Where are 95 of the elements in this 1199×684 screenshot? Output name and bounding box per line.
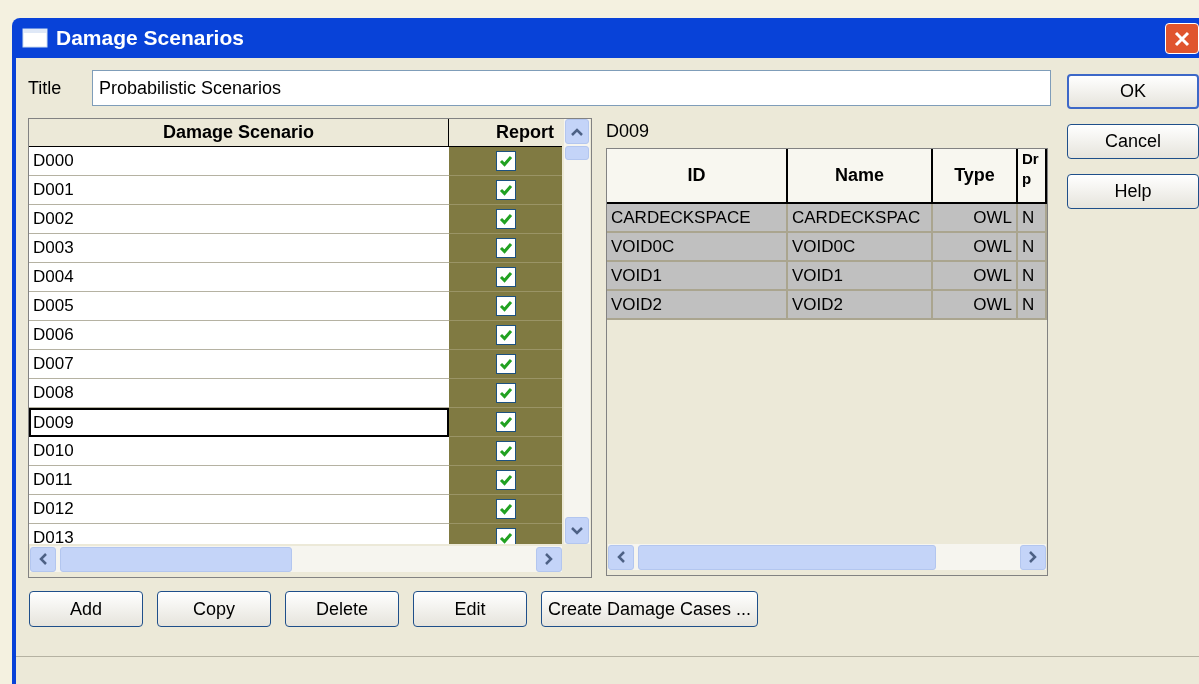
check-icon [498,532,513,544]
table-cell[interactable]: D005 [29,292,449,321]
dialog-button[interactable]: Cancel [1067,124,1199,159]
scroll-thumb[interactable] [565,146,589,160]
table-cell: OWL [933,291,1018,320]
window-icon [22,28,48,48]
check-icon [498,271,513,283]
table-cell: CARDECKSPAC [788,204,933,233]
header-text: ID [687,164,706,187]
table-cell: OWL [933,204,1018,233]
chevron-left-icon [39,553,47,565]
action-button[interactable]: Create Damage Cases ... [541,591,759,627]
scroll-right-button[interactable] [536,546,562,572]
scroll-thumb[interactable] [60,546,292,572]
checkbox[interactable] [495,209,516,229]
table-cell[interactable]: D001 [29,176,449,205]
header-text: Name [835,164,884,187]
vertical-scrollbar[interactable] [564,119,590,544]
table-cell[interactable]: D004 [29,263,449,292]
checkbox[interactable] [495,499,516,519]
header-text: Type [954,164,995,187]
table-cell: N [1018,262,1047,291]
column-header: Damage Scenario [29,119,449,147]
action-button[interactable]: Edit [413,591,527,627]
checkbox[interactable] [495,528,516,544]
check-icon [498,358,513,370]
checkbox[interactable] [495,470,516,490]
table-cell: VOID1 [788,262,933,291]
check-icon [498,416,513,428]
title-field[interactable]: Probabilistic Scenarios [92,70,1051,106]
checkbox[interactable] [495,296,516,316]
check-icon [498,387,513,399]
table-cell[interactable]: D009 [29,408,449,437]
table-cell: VOID0C [607,233,788,262]
scroll-right-button[interactable] [1020,544,1046,570]
table-cell: OWL [933,262,1018,291]
table-cell: N [1018,291,1047,320]
table-cell: VOID1 [607,262,788,291]
table-cell[interactable]: D008 [29,379,449,408]
checkbox[interactable] [495,180,516,200]
scroll-left-button[interactable] [30,546,56,572]
horizontal-scrollbar[interactable] [30,546,562,572]
checkbox[interactable] [495,267,516,287]
window-title: Damage Scenarios [56,25,244,52]
check-icon [498,242,513,254]
table-cell[interactable]: D013 [29,524,449,544]
table-cell: OWL [933,233,1018,262]
checkbox[interactable] [495,151,516,171]
checkbox[interactable] [495,441,516,461]
scroll-thumb[interactable] [638,544,936,570]
table-cell[interactable]: D002 [29,205,449,234]
table-cell: N [1018,233,1047,262]
table-cell: VOID2 [607,291,788,320]
check-icon [498,184,513,196]
table-cell[interactable]: D010 [29,437,449,466]
checkbox[interactable] [495,412,516,432]
check-icon [498,213,513,225]
scroll-left-button[interactable] [608,544,634,570]
chevron-down-icon [571,526,583,535]
table-cell[interactable]: D012 [29,495,449,524]
dialog-button[interactable]: Help [1067,174,1199,209]
dialog-button[interactable]: OK [1067,74,1199,109]
table-cell[interactable]: D011 [29,466,449,495]
selected-scenario-label: D009 [606,120,651,143]
checkbox[interactable] [495,354,516,374]
chevron-right-icon [545,553,553,565]
field-label: Title [27,76,63,100]
scroll-up-button[interactable] [565,119,589,144]
table-cell: VOID0C [788,233,933,262]
close-icon [1173,29,1191,48]
chevron-up-icon [571,127,583,136]
checkbox[interactable] [495,325,516,345]
close-button[interactable] [1165,23,1199,54]
action-button[interactable]: Copy [157,591,271,627]
chevron-right-icon [1029,551,1037,563]
chevron-left-icon [617,551,625,563]
table-cell: N [1018,204,1047,233]
table-cell[interactable]: D007 [29,350,449,379]
table-cell[interactable]: D000 [29,147,449,176]
check-icon [498,474,513,486]
table-cell[interactable]: D006 [29,321,449,350]
scroll-down-button[interactable] [565,517,589,544]
table-cell: CARDECKSPACE [607,204,788,233]
table-cell: VOID2 [788,291,933,320]
action-button[interactable]: Delete [285,591,399,627]
horizontal-scrollbar[interactable] [608,544,1046,570]
action-button[interactable]: Add [29,591,143,627]
check-icon [498,300,513,312]
checkbox[interactable] [495,238,516,258]
check-icon [498,155,513,167]
check-icon [498,445,513,457]
check-icon [498,329,513,341]
table-cell[interactable]: D003 [29,234,449,263]
checkbox[interactable] [495,383,516,403]
check-icon [498,503,513,515]
